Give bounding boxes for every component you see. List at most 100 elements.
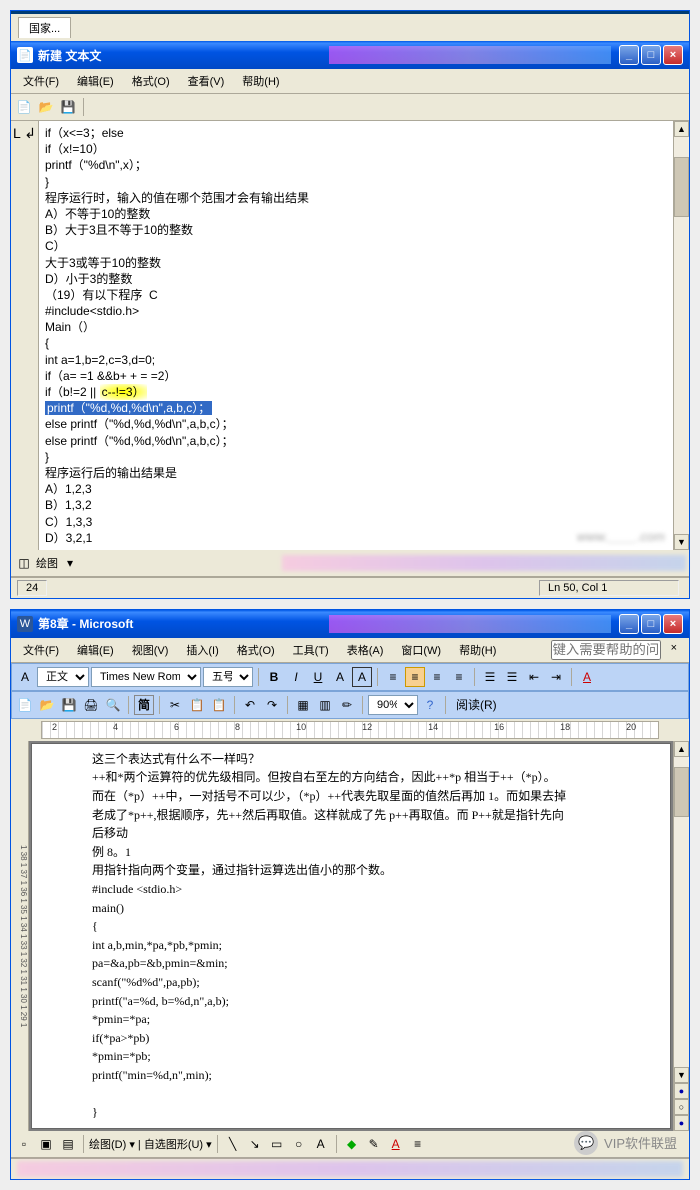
close-button[interactable]: × [663, 45, 683, 65]
editor-line: { [45, 335, 667, 351]
menu-item[interactable]: 文件(F) [15, 71, 67, 91]
align-center-icon[interactable]: ≡ [405, 667, 425, 687]
open-icon[interactable]: 📂 [37, 695, 57, 715]
italic-icon[interactable]: I [286, 667, 306, 687]
underline-icon[interactable]: U [308, 667, 328, 687]
vertical-scrollbar[interactable]: ▲ ▼ ● ○ ● [673, 741, 689, 1131]
doc-line: 老成了*p++,根据顺序，先++然后再取值。这样就成了先 p++再取值。而 P+… [92, 806, 630, 825]
browse-next-icon[interactable]: ● [674, 1115, 689, 1131]
word-menubar: 文件(F)编辑(E)视图(V)插入(I)格式(O)工具(T)表格(A)窗口(W)… [11, 638, 689, 663]
char-border-button[interactable]: A [352, 667, 372, 687]
bold-icon[interactable]: B [264, 667, 284, 687]
line-style-icon[interactable]: ≡ [408, 1134, 428, 1154]
cut-icon[interactable]: ✂ [165, 695, 185, 715]
menu-item[interactable]: 查看(V) [180, 71, 233, 91]
align-justify-icon[interactable]: ≡ [449, 667, 469, 687]
char-a-button[interactable]: A [330, 667, 350, 687]
view-icon[interactable]: ◫ [14, 553, 34, 573]
print-icon[interactable]: 🖨 [81, 695, 101, 715]
menu-item[interactable]: 文件(F) [15, 640, 67, 660]
view-layout-icon[interactable]: ▣ [36, 1134, 56, 1154]
view-outline-icon[interactable]: ▤ [58, 1134, 78, 1154]
menu-item[interactable]: 编辑(E) [69, 71, 122, 91]
font-combo[interactable]: Times New Roman [91, 667, 201, 687]
help-icon[interactable]: ? [420, 695, 440, 715]
close-button[interactable]: × [663, 614, 683, 634]
menu-item[interactable]: 帮助(H) [234, 71, 287, 91]
scroll-up-icon[interactable]: ▲ [674, 121, 689, 137]
read-button[interactable]: 阅读(R) [451, 695, 502, 715]
word-icon: W [17, 616, 33, 632]
menu-item[interactable]: 格式(O) [229, 640, 283, 660]
maximize-button[interactable]: □ [641, 614, 661, 634]
outer-tab[interactable]: 国家... [18, 17, 71, 38]
columns-icon[interactable]: ▥ [315, 695, 335, 715]
preview-icon[interactable]: 🔍 [103, 695, 123, 715]
vertical-ruler[interactable]: 1 38 1 37 1 36 1 35 1 34 1 33 1 32 1 31 … [11, 741, 29, 1131]
draw-label[interactable]: 绘图 [36, 555, 58, 571]
browse-select-icon[interactable]: ○ [674, 1099, 689, 1115]
textbox-icon[interactable]: A [311, 1134, 331, 1154]
wrap-icon[interactable]: L ↲ [13, 125, 36, 142]
menu-item[interactable]: 窗口(W) [393, 640, 449, 660]
new-icon[interactable]: 📄 [14, 97, 34, 117]
redo-icon[interactable]: ↷ [262, 695, 282, 715]
horizontal-ruler[interactable]: 2468101214161820222426283032343638404244… [41, 721, 659, 739]
word-document[interactable]: 这三个表达式有什么不一样吗？++和*两个运算符的优先级相同。但按自右至左的方向结… [31, 743, 671, 1129]
style-combo[interactable]: 正文 [37, 667, 89, 687]
editor-line: B）大于3且不等于10的整数 [45, 222, 667, 238]
scroll-thumb[interactable] [674, 767, 689, 817]
font-color-icon[interactable]: A [577, 667, 597, 687]
arrow-icon[interactable]: ↘ [245, 1134, 265, 1154]
list-number-icon[interactable]: ☰ [502, 667, 522, 687]
status-position: Ln 50, Col 1 [539, 580, 679, 596]
menu-item[interactable]: 视图(V) [124, 640, 177, 660]
scroll-down-icon[interactable]: ▼ [674, 534, 689, 550]
notepad-editor[interactable]: if（x<=3；elseif（x!=10）printf（"%d\n",x）；}程… [39, 121, 673, 550]
table-icon[interactable]: ▦ [293, 695, 313, 715]
new-icon[interactable]: 📄 [15, 695, 35, 715]
menu-item[interactable]: 格式(O) [124, 71, 178, 91]
menu-item[interactable]: 工具(T) [285, 640, 337, 660]
menu-item[interactable]: 表格(A) [339, 640, 392, 660]
font-color-icon[interactable]: A [386, 1134, 406, 1154]
vertical-scrollbar[interactable]: ▲ ▼ [673, 121, 689, 550]
line-icon[interactable]: ╲ [223, 1134, 243, 1154]
size-combo[interactable]: 五号 [203, 667, 253, 687]
blurred-region [329, 615, 612, 633]
scroll-down-icon[interactable]: ▼ [674, 1067, 689, 1083]
save-icon[interactable]: 💾 [59, 695, 79, 715]
drawing-icon[interactable]: ✏ [337, 695, 357, 715]
lang-button[interactable]: 简 [134, 695, 154, 715]
scroll-up-icon[interactable]: ▲ [674, 741, 689, 757]
line-color-icon[interactable]: ✎ [364, 1134, 384, 1154]
maximize-button[interactable]: □ [641, 45, 661, 65]
drawing-label[interactable]: 绘图(D) ▾ | 自选图形(U) ▾ [89, 1136, 212, 1152]
minimize-button[interactable]: _ [619, 614, 639, 634]
close-doc-button[interactable]: × [663, 640, 685, 660]
indent-inc-icon[interactable]: ⇥ [546, 667, 566, 687]
open-icon[interactable]: 📂 [36, 97, 56, 117]
save-icon[interactable]: 💾 [58, 97, 78, 117]
zoom-combo[interactable]: 90% [368, 695, 418, 715]
view-normal-icon[interactable]: ▫ [14, 1134, 34, 1154]
list-bullet-icon[interactable]: ☰ [480, 667, 500, 687]
copy-icon[interactable]: 📋 [187, 695, 207, 715]
indent-dec-icon[interactable]: ⇤ [524, 667, 544, 687]
menu-item[interactable]: 编辑(E) [69, 640, 122, 660]
rect-icon[interactable]: ▭ [267, 1134, 287, 1154]
style-icon[interactable]: A [15, 667, 35, 687]
oval-icon[interactable]: ○ [289, 1134, 309, 1154]
editor-line: B）1,3,2 [45, 497, 667, 513]
help-search-input[interactable] [551, 640, 661, 660]
align-right-icon[interactable]: ≡ [427, 667, 447, 687]
minimize-button[interactable]: _ [619, 45, 639, 65]
scroll-thumb[interactable] [674, 157, 689, 217]
undo-icon[interactable]: ↶ [240, 695, 260, 715]
fill-icon[interactable]: ◆ [342, 1134, 362, 1154]
align-left-icon[interactable]: ≡ [383, 667, 403, 687]
paste-icon[interactable]: 📋 [209, 695, 229, 715]
menu-item[interactable]: 插入(I) [178, 640, 226, 660]
menu-item[interactable]: 帮助(H) [451, 640, 504, 660]
browse-prev-icon[interactable]: ● [674, 1083, 689, 1099]
